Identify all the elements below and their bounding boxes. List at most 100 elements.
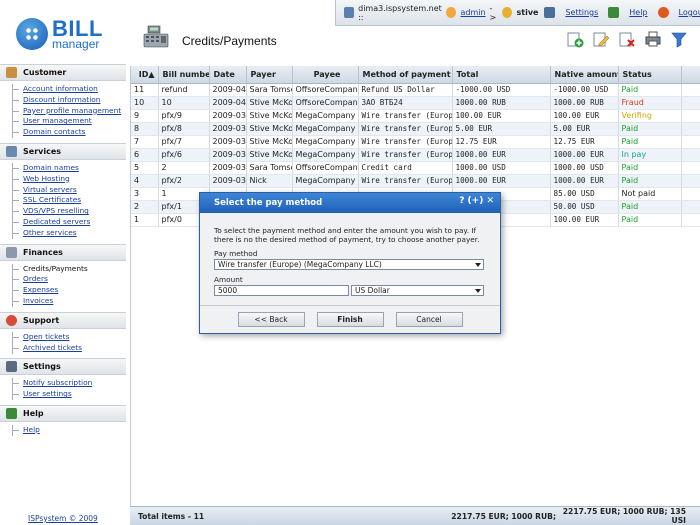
dialog-description: To select the payment method and enter t… [214,226,480,244]
sidebar-item-open-tickets[interactable]: Open tickets [12,331,126,343]
sidebar-item-dedicated-servers[interactable]: Dedicated servers [12,216,126,228]
col-header-id[interactable]: ID▲ [131,66,159,84]
cash-register-icon [143,25,169,48]
total-items: Total items - 11 [138,511,205,521]
cell-method: Wire transfer (Europe) [358,122,453,136]
server-name: dima3.ispsystem.net :: [358,3,442,22]
computer-icon [344,7,355,18]
dialog-titlebar[interactable]: Select the pay method ? (+) ✕ [200,193,500,213]
cell-id: 10 [131,96,159,110]
print-icon[interactable] [644,30,662,48]
sidebar-item-account-information[interactable]: Account information [12,84,126,95]
sidebar-item-ssl-certificates[interactable]: SSL Certificates [12,195,126,207]
cell-id: 6 [131,148,159,162]
sidebar-item-invoices[interactable]: Invoices [12,295,126,307]
sidebar-item-virtual-servers[interactable]: Virtual servers [12,184,126,196]
cell-payer: Sara Tomso [246,83,293,97]
sidebar-item-vds-vps-reselling[interactable]: VDS/VPS reselling [12,206,126,217]
col-header-bill-number[interactable]: Bill numbe [158,66,210,84]
amount-input[interactable]: 5000 [214,285,349,296]
cell-spacer [681,122,700,136]
sidebar-item-domain-names[interactable]: Domain names [12,162,126,174]
table-row[interactable]: 6 pfx/6 2009-03 Stive McKor MegaCompany I Wir… [131,148,700,162]
table-row[interactable]: 8 pfx/8 2009-03 Stive McKor MegaCompany I Wir… [131,122,700,136]
sidebar-item-web-hosting[interactable]: Web Hosting [12,173,126,185]
ispsystem-footer-link[interactable]: ISPsystem © 2009 [28,514,98,523]
sidebar-item-other-services[interactable]: Other services [12,227,126,239]
settings-link[interactable]: Settings [565,8,598,17]
help-link[interactable]: Help [629,8,647,17]
cell-spacer [681,187,700,201]
cell-payee: MegaCompany I [292,174,359,188]
cell-bill-number: 2 [158,161,210,175]
filter-icon[interactable] [670,30,688,48]
cell-payee: MegaCompany I [292,109,359,123]
cell-payer: Nick [246,174,293,188]
dialog-controls[interactable]: ? (+) ✕ [459,196,494,206]
column-settings-icon[interactable] [681,66,700,84]
table-row[interactable]: 5 2 2009-03 Sara Tomso OffsoreCompan Credit c… [131,161,700,175]
sum-total: 2217.75 EUR; 1000 RUB; [451,511,556,521]
sidebar-section-help[interactable]: Help [0,404,126,422]
col-header-date[interactable]: Date [209,66,247,84]
currency-select[interactable]: US Dollar [351,285,484,296]
settings-icon[interactable] [544,7,556,18]
sidebar-item-credits-payments[interactable]: Credits/Payments [12,263,126,275]
sidebar-item-orders[interactable]: Orders [12,274,126,286]
sidebar-item-help[interactable]: Help [12,424,126,436]
cell-bill-number: pfx/2 [158,174,210,188]
sidebar-item-discount-information[interactable]: Discount information [12,94,126,106]
col-header-total[interactable]: Total [452,66,551,84]
cancel-button[interactable]: Cancel [395,312,463,327]
pay-method-select[interactable]: Wire transfer (Europe) (MegaCompany LLC) [214,259,484,270]
sidebar-item-user-management[interactable]: User management [12,116,126,128]
finish-button[interactable]: Finish [316,312,384,327]
col-header-method[interactable]: Method of payment ( [358,66,453,84]
sidebar-item-domain-contacts[interactable]: Domain contacts [12,127,126,138]
add-icon[interactable] [566,30,584,48]
help-icon[interactable] [608,7,620,18]
sidebar-section-customer[interactable]: Customer [0,64,126,81]
cell-status: Not paid [618,187,682,201]
cell-date: 2009-03 [209,161,247,175]
table-row[interactable]: 4 pfx/2 2009-03 Nick MegaCompany I Wire trans… [131,174,700,188]
logout-icon[interactable] [657,7,669,18]
back-button[interactable]: << Back [237,312,305,327]
table-row[interactable]: 7 pfx/7 2009-03 Stive McKor MegaCompany I Wir… [131,135,700,149]
sidebar-section-finances[interactable]: Finances [0,243,126,261]
col-header-status[interactable]: Status [618,66,682,84]
sidebar-section-settings[interactable]: Settings [0,358,126,376]
cell-payee: OffsoreCompan [292,161,359,175]
sidebar-item-expenses[interactable]: Expenses [12,285,126,296]
admin-link[interactable]: admin [460,8,485,17]
status-bar: Total items - 11 2217.75 EUR; 1000 RUB; … [130,506,700,525]
arrow-text: -> [489,3,497,22]
table-row[interactable]: 11 refund 2009-04 Sara Tomso OffsoreCompan Re… [131,83,700,97]
delete-icon[interactable] [618,30,636,48]
col-header-native-amount[interactable]: Native amount [550,66,619,84]
billmanager-logo: BILL manager [16,18,103,50]
cell-payer: Stive McKor [246,109,293,123]
cell-spacer [681,161,700,175]
cell-native-amount: 100.00 EUR [550,109,619,123]
cell-status: Paid [618,200,682,214]
sidebar-item-archived-tickets[interactable]: Archived tickets [12,342,126,354]
sidebar-section-support[interactable]: Support [0,311,126,329]
chevron-down-icon [475,263,481,267]
cell-bill-number: pfx/8 [158,122,210,136]
table-row[interactable]: 10 10 2009-04 Stive McKor OffsoreCompan ЗАО В… [131,96,700,110]
cell-payer: Stive McKor [246,148,293,162]
sidebar-section-services[interactable]: Services [0,142,126,160]
col-header-payer[interactable]: Payer [246,66,293,84]
col-header-payee[interactable]: Payee [292,66,359,84]
sidebar-item-payer-profile-management[interactable]: Payer profile management [12,105,126,117]
cell-native-amount: 100.00 EUR [550,213,619,227]
user-icon [446,7,457,18]
logout-link[interactable]: Logout [679,8,700,17]
table-row[interactable]: 9 pfx/9 2009-03 Stive McKor MegaCompany I Wir… [131,109,700,123]
cell-native-amount: 12.75 EUR [550,135,619,149]
sidebar-item-user-settings[interactable]: User settings [12,389,126,400]
edit-icon[interactable] [592,30,610,48]
sidebar-item-notify-subscription[interactable]: Notify subscription [12,378,126,390]
cell-status: Paid [618,122,682,136]
